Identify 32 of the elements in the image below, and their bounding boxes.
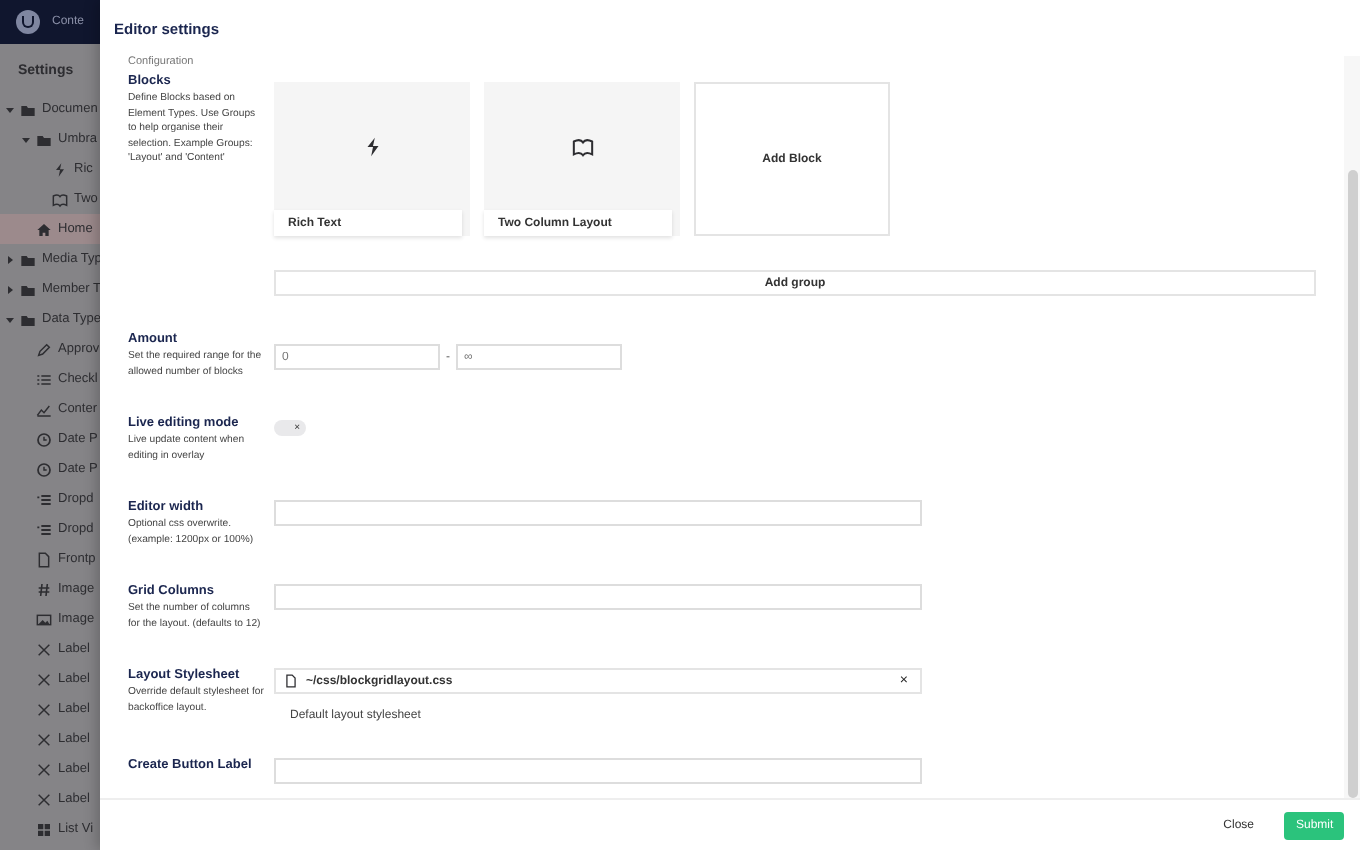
- cross-icon: [36, 641, 52, 657]
- lightning-icon: [52, 161, 68, 177]
- expanded-caret-icon[interactable]: [22, 135, 30, 143]
- cross-icon: [36, 791, 52, 807]
- list-icon: [36, 371, 52, 387]
- clock-icon: [36, 461, 52, 477]
- cross-icon: [36, 761, 52, 777]
- collapsed-caret-icon[interactable]: [6, 255, 14, 263]
- hash-icon: [36, 581, 52, 597]
- file-icon: [284, 674, 298, 688]
- file-icon: [36, 551, 52, 567]
- cross-icon: [36, 701, 52, 717]
- cross-icon: [36, 671, 52, 687]
- text-input[interactable]: [274, 584, 922, 610]
- pen-icon: [36, 341, 52, 357]
- collapsed-caret-icon[interactable]: [6, 285, 14, 293]
- scrollbar-thumb[interactable]: [1348, 170, 1358, 798]
- image-icon: [36, 611, 52, 627]
- text-input[interactable]: [274, 500, 922, 526]
- clock-icon: [36, 431, 52, 447]
- expanded-caret-icon[interactable]: [6, 315, 14, 323]
- cross-icon: [36, 731, 52, 747]
- expanded-caret-icon[interactable]: [6, 105, 14, 113]
- book-icon: [52, 191, 68, 207]
- list-icon: [36, 491, 52, 507]
- chart-icon: [36, 401, 52, 417]
- logo-icon[interactable]: [16, 10, 40, 34]
- grid-icon: [36, 821, 52, 837]
- book-icon: [571, 135, 593, 157]
- text-input[interactable]: [274, 758, 922, 784]
- list-icon: [36, 521, 52, 537]
- home-icon: [36, 221, 52, 237]
